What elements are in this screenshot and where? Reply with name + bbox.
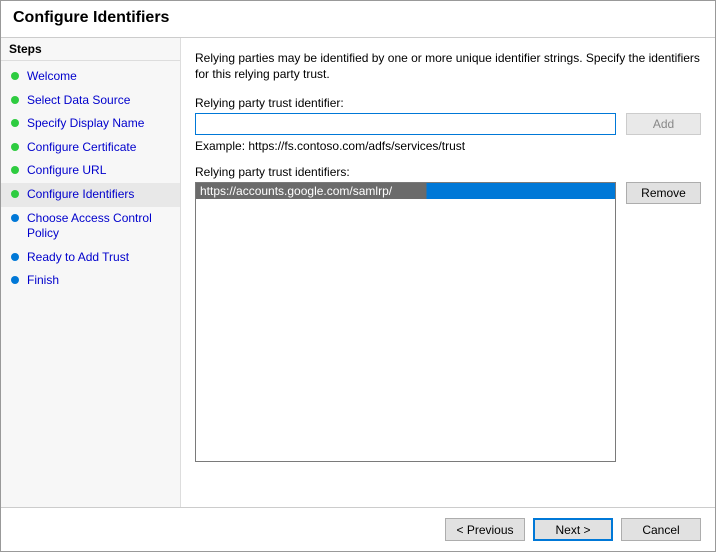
step-item[interactable]: Configure Certificate bbox=[1, 136, 180, 160]
wizard-window: Configure Identifiers Steps Welcome Selec… bbox=[0, 0, 716, 552]
step-bullet-icon bbox=[11, 214, 19, 222]
identifiers-row: https://accounts.google.com/samlrp/ Remo… bbox=[195, 182, 701, 499]
step-label: Choose Access Control Policy bbox=[27, 211, 172, 242]
identifier-input-row: Add bbox=[195, 113, 701, 135]
identifier-input-label: Relying party trust identifier: bbox=[195, 96, 701, 110]
description-text: Relying parties may be identified by one… bbox=[195, 50, 701, 82]
steps-list: Welcome Select Data Source Specify Display… bbox=[1, 61, 180, 297]
identifiers-list-label: Relying party trust identifiers: bbox=[195, 165, 701, 179]
steps-header: Steps bbox=[1, 38, 180, 61]
step-item[interactable]: Welcome bbox=[1, 65, 180, 89]
list-item[interactable]: https://accounts.google.com/samlrp/ bbox=[196, 183, 615, 199]
step-item[interactable]: Specify Display Name bbox=[1, 112, 180, 136]
main-panel: Relying parties may be identified by one… bbox=[181, 38, 715, 507]
list-side-buttons: Remove bbox=[626, 182, 701, 204]
step-bullet-icon bbox=[11, 72, 19, 80]
add-button[interactable]: Add bbox=[626, 113, 701, 135]
step-item[interactable]: Select Data Source bbox=[1, 89, 180, 113]
step-label: Configure URL bbox=[27, 163, 106, 179]
example-text: Example: https://fs.contoso.com/adfs/ser… bbox=[195, 139, 701, 153]
step-label: Finish bbox=[27, 273, 59, 289]
cancel-button[interactable]: Cancel bbox=[621, 518, 701, 541]
next-button[interactable]: Next > bbox=[533, 518, 613, 541]
step-bullet-icon bbox=[11, 190, 19, 198]
step-bullet-icon bbox=[11, 96, 19, 104]
step-label: Configure Certificate bbox=[27, 140, 136, 156]
step-label: Ready to Add Trust bbox=[27, 250, 129, 266]
wizard-footer: < Previous Next > Cancel bbox=[1, 507, 715, 551]
step-bullet-icon bbox=[11, 276, 19, 284]
identifier-input[interactable] bbox=[195, 113, 616, 135]
step-bullet-icon bbox=[11, 166, 19, 174]
step-label: Select Data Source bbox=[27, 93, 130, 109]
identifiers-listbox[interactable]: https://accounts.google.com/samlrp/ bbox=[195, 182, 616, 462]
step-item[interactable]: Configure Identifiers bbox=[1, 183, 180, 207]
remove-button[interactable]: Remove bbox=[626, 182, 701, 204]
step-bullet-icon bbox=[11, 253, 19, 261]
step-item[interactable]: Choose Access Control Policy bbox=[1, 207, 180, 246]
step-bullet-icon bbox=[11, 119, 19, 127]
step-item[interactable]: Configure URL bbox=[1, 159, 180, 183]
page-title: Configure Identifiers bbox=[1, 1, 715, 37]
previous-button[interactable]: < Previous bbox=[445, 518, 525, 541]
step-label: Specify Display Name bbox=[27, 116, 144, 132]
steps-sidebar: Steps Welcome Select Data Source Specify D… bbox=[1, 38, 181, 507]
step-item[interactable]: Finish bbox=[1, 269, 180, 293]
content-area: Steps Welcome Select Data Source Specify D… bbox=[1, 37, 715, 507]
step-item[interactable]: Ready to Add Trust bbox=[1, 246, 180, 270]
step-bullet-icon bbox=[11, 143, 19, 151]
step-label: Welcome bbox=[27, 69, 77, 85]
step-label: Configure Identifiers bbox=[27, 187, 134, 203]
